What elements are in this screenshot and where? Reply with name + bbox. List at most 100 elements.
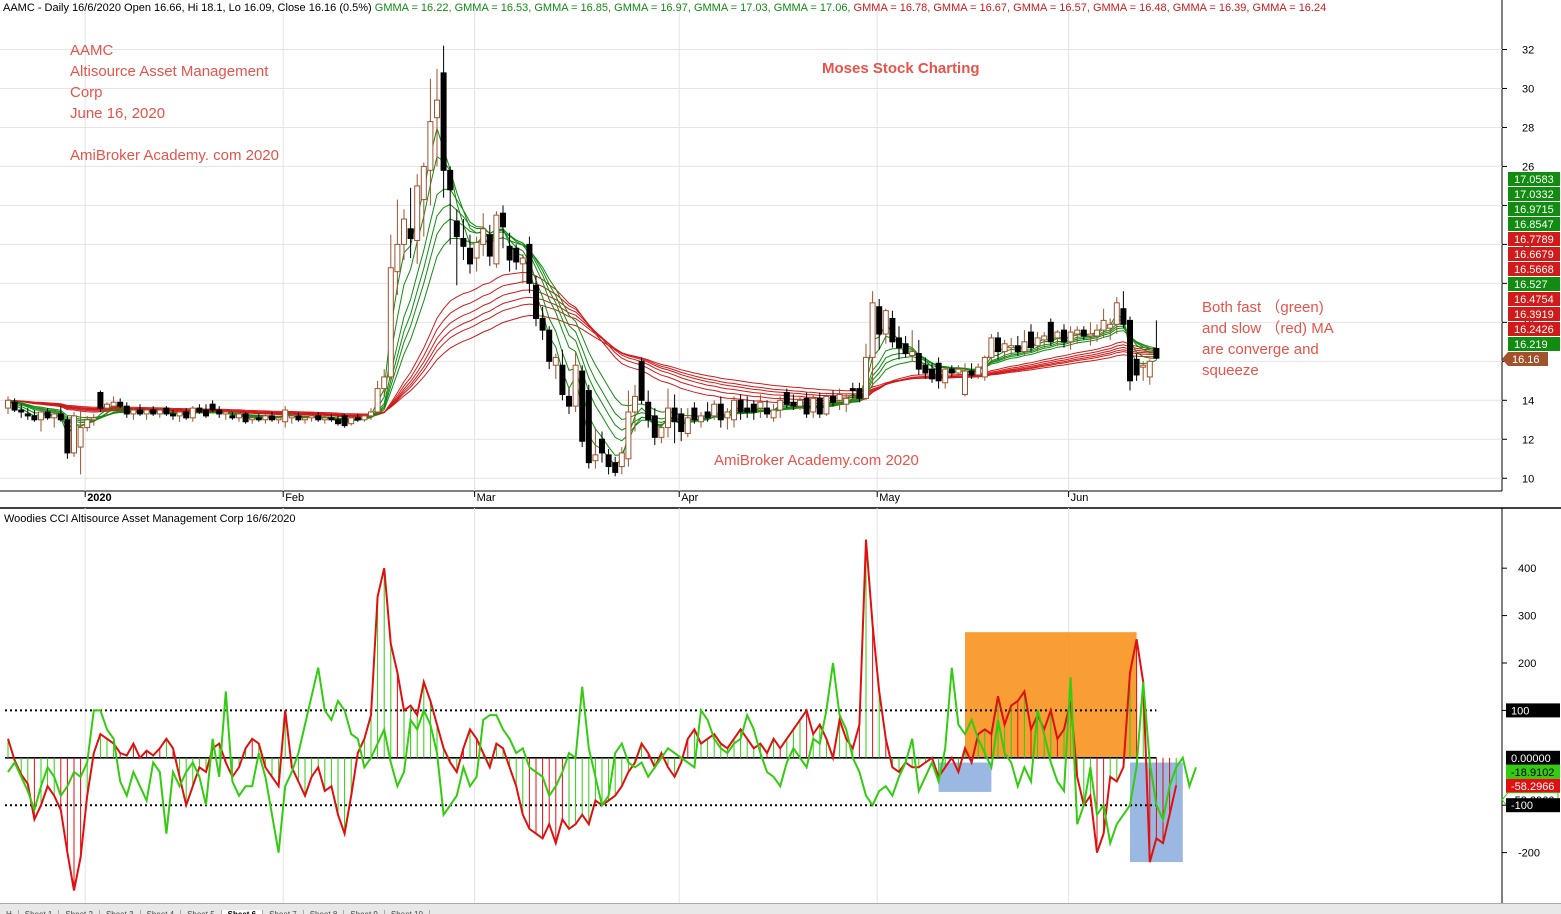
sheet-tab[interactable]: Sheet 1 [19,910,60,914]
candle-body-up [90,417,97,421]
price-tick-label: 14 [1522,395,1534,407]
sheet-tab[interactable]: Sheet 6 [221,910,264,914]
header-line: AAMC - Daily 16/6/2020 Open 16.66, Hi 18… [3,2,1326,14]
candle-body-up [427,121,434,171]
candle-body-down [1028,331,1034,349]
candle-body-down [123,405,130,415]
candle-body-up [130,409,137,415]
candle-body-up [275,417,282,421]
candle-body-up [361,415,368,421]
sheet-tab[interactable]: Sheet 9 [344,910,385,914]
candle [486,224,493,266]
price-tag-text: 16.219 [1514,339,1548,351]
company-annotation: AAMC Altisource Asset Management Corp Ju… [70,42,279,164]
candle-body-up [480,228,487,245]
month-label: Mar [477,492,496,504]
candle-body-down [539,317,546,331]
candle [387,234,394,381]
candle-body-up [988,337,995,358]
candle-body-down [1080,329,1087,337]
price-tag: 16.219 [1508,337,1560,351]
month-label: Apr [681,492,698,504]
candle-body-down [935,362,942,382]
price-tag-text: 16.9715 [1514,204,1554,216]
gmma-value-10: GMMA = 16.48, [1090,2,1170,14]
candle-body-up [731,399,737,421]
candle [665,388,671,438]
candle-body-down [269,415,275,421]
candle [1127,316,1133,391]
candle-body-up [1067,331,1074,343]
gmma-value-7: GMMA = 16.78, [851,2,931,14]
candle-body-down [691,407,698,421]
candle [196,404,203,414]
candle-body-up [38,411,44,421]
candle-body-down [902,343,909,355]
sheet-tab[interactable]: Sheet 8 [304,910,345,914]
candle-body-up [473,241,480,259]
candle-body-up [176,411,183,417]
candle [236,411,242,422]
cci-tag-text: 100 [1511,705,1529,717]
sheet-tab[interactable]: Sheet 2 [59,910,100,914]
cci-tag: -18.9102 [1506,764,1560,779]
candle-body-up [381,376,388,390]
sheet-tab[interactable]: H [0,910,19,914]
candle-body-up [1001,343,1008,353]
candle [737,394,744,420]
sheet-tab[interactable]: Sheet 10 [385,910,430,914]
month-label: Jun [1071,492,1089,504]
candle [1047,318,1054,346]
candle [942,367,949,389]
candle-body-down [948,368,955,374]
price-tick-label: 32 [1522,44,1534,56]
candle-body-up [724,411,731,419]
price-tick-label: 28 [1522,122,1534,134]
month-label: May [879,492,900,504]
candle-body-down [533,284,539,319]
cci-tag-text: -18.9102 [1511,767,1554,779]
candle-body-down [737,399,744,413]
candle-body-up [658,427,665,438]
candle-body-down [64,419,71,454]
sheet-tab[interactable]: Sheet 5 [181,910,222,914]
candle [902,335,909,358]
candle-body-down [1153,347,1160,359]
candle [645,390,652,428]
candle-body-down [354,417,361,421]
candle-body-up [236,413,242,419]
candle [1028,324,1034,352]
candle-body-up [143,409,150,415]
sheet-tab[interactable]: Sheet 7 [263,910,304,914]
candle-body-down [889,317,896,343]
company-line-3: Corp [70,84,103,101]
candle-body-up [434,99,440,119]
candle-body-down [750,403,757,413]
candle-body-down [183,411,190,419]
candle-body-down [486,234,493,257]
candle [209,400,216,412]
candle [1140,361,1147,381]
price-tag: 16.8547 [1508,217,1560,231]
candle-body-down [816,397,823,415]
price-tag: 16.6679 [1508,247,1560,261]
candle-body-down [97,392,104,409]
candle-body-down [704,411,711,419]
candle [717,396,724,428]
candle-body-down [671,407,678,423]
candle [453,209,460,286]
price-tag: 16.5668 [1508,262,1560,276]
candle-body-up [84,419,91,429]
candle-body-down [216,409,223,415]
candle-body-down [1014,345,1021,353]
sheet-tab[interactable]: Sheet 3 [100,910,141,914]
candle-body-down [546,329,553,362]
candle-body-down [335,419,341,425]
sheet-tab[interactable]: Sheet 4 [141,910,182,914]
candle [1133,353,1140,381]
cci-right-tags: 1000.00000-18.9102-58.2966-58.2966-100 [1501,703,1560,813]
note-line-2: and slow （red) MA [1202,320,1334,337]
candle-body-down [856,388,863,399]
candle [566,388,572,414]
candle [222,410,229,420]
